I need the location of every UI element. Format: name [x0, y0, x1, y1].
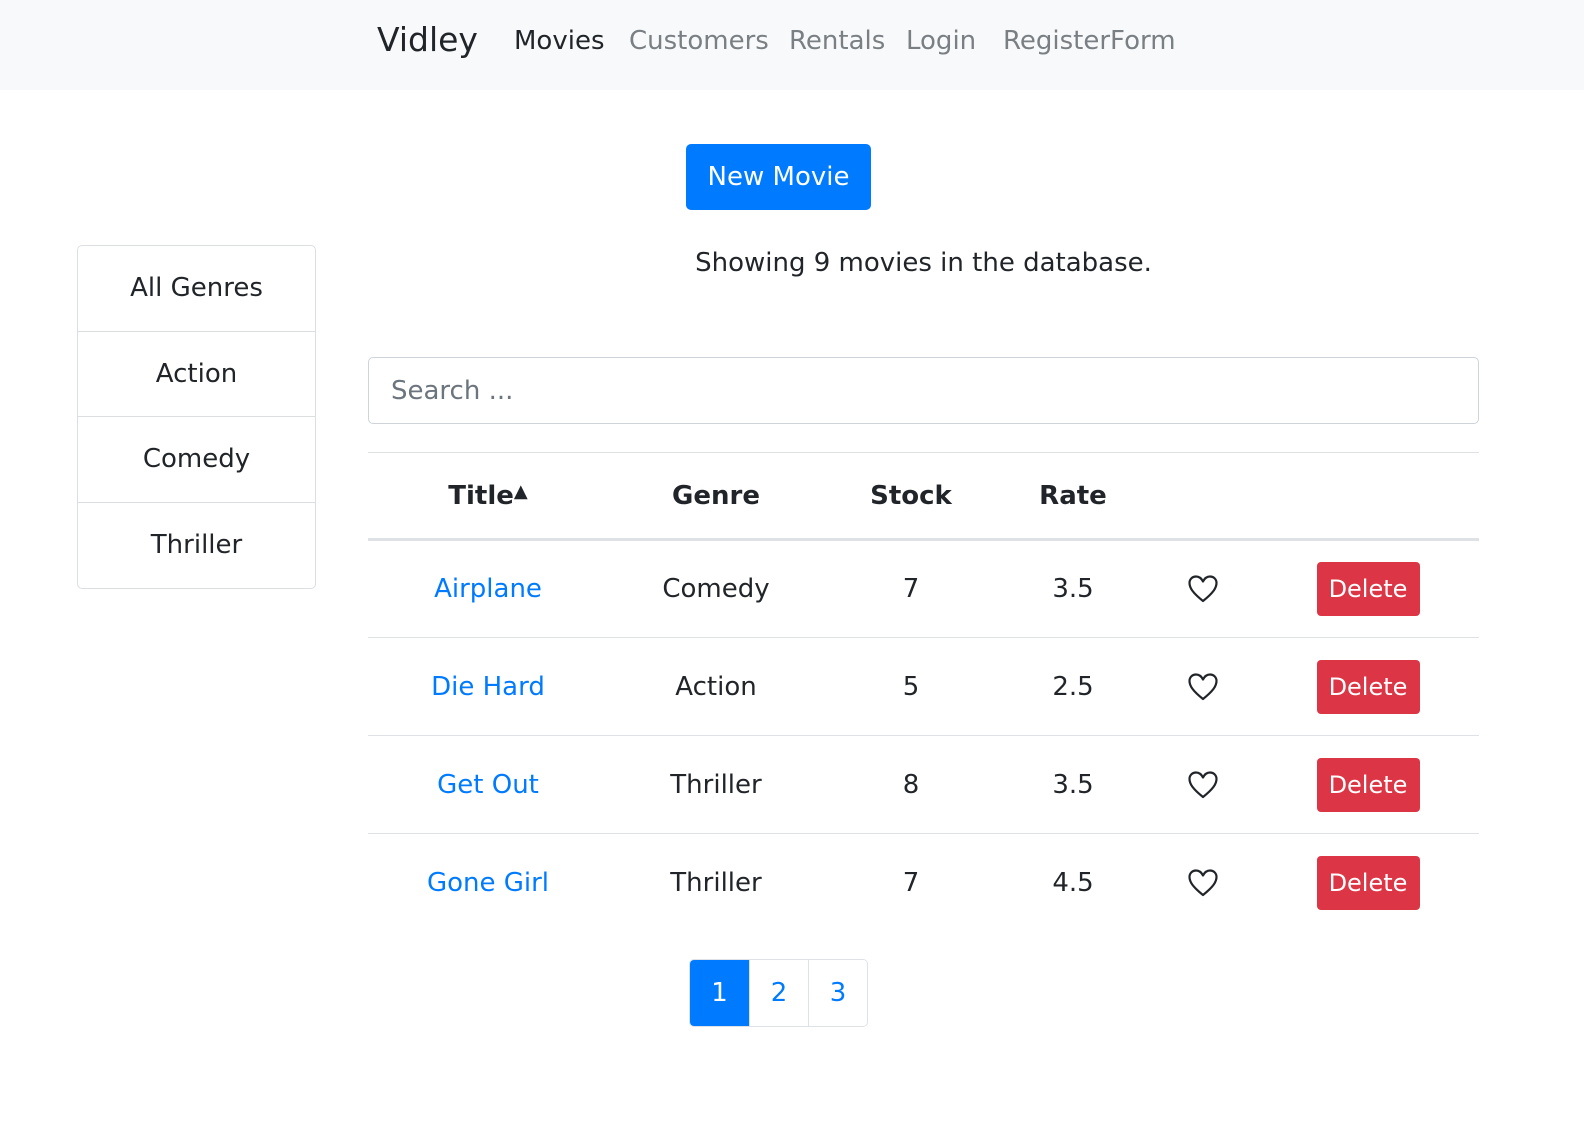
- cell-rate: 3.5: [1052, 574, 1094, 604]
- nav-link-movies[interactable]: Movies: [514, 26, 605, 56]
- column-header-rate[interactable]: Rate: [998, 453, 1148, 540]
- heart-icon[interactable]: [1187, 574, 1219, 604]
- table-header: Title▲ Genre Stock Rate: [368, 452, 1479, 540]
- delete-button[interactable]: Delete: [1316, 855, 1420, 910]
- page-link-2[interactable]: 2: [749, 960, 808, 1026]
- cell-genre: Thriller: [670, 867, 762, 898]
- genre-item-all[interactable]: All Genres: [78, 246, 315, 332]
- cell-like: [1148, 540, 1257, 638]
- delete-button[interactable]: Delete: [1316, 562, 1420, 616]
- cell-genre: Action: [675, 671, 757, 702]
- nav-link-rentals[interactable]: Rentals: [789, 26, 885, 56]
- movie-count-text: Showing 9 movies in the database.: [695, 248, 1152, 278]
- brand-logo[interactable]: Vidley: [377, 20, 478, 59]
- cell-like: [1148, 736, 1257, 834]
- cell-actions: Delete: [1257, 834, 1479, 932]
- cell-rate: 2.5: [1052, 671, 1094, 702]
- genre-item-action[interactable]: Action: [78, 332, 315, 417]
- cell-rate: 3.5: [1052, 769, 1094, 800]
- movies-table: Title▲ Genre Stock Rate Airplane Comedy …: [368, 452, 1479, 932]
- cell-actions: Delete: [1257, 736, 1479, 834]
- delete-button[interactable]: Delete: [1316, 659, 1420, 714]
- cell-like: [1148, 834, 1257, 932]
- genre-item-thriller[interactable]: Thriller: [78, 503, 315, 589]
- cell-title: Gone Girl: [368, 834, 608, 932]
- cell-genre: Comedy: [662, 574, 770, 604]
- cell-title: Die Hard: [368, 638, 608, 736]
- heart-icon[interactable]: [1187, 672, 1219, 702]
- column-header-like: [1148, 453, 1257, 540]
- nav-link-registerform[interactable]: RegisterForm: [1003, 26, 1176, 56]
- new-movie-button[interactable]: New Movie: [686, 144, 871, 210]
- sort-asc-icon: ▲: [513, 480, 528, 502]
- page-link-3[interactable]: 3: [808, 960, 867, 1026]
- table-body: Airplane Comedy 7 3.5 Delete Die Hard Ac…: [368, 540, 1479, 932]
- genre-list: All Genres Action Comedy Thriller: [77, 245, 316, 589]
- cell-rate: 4.5: [1052, 867, 1094, 898]
- delete-button[interactable]: Delete: [1316, 757, 1420, 812]
- table-row: Get Out Thriller 8 3.5 Delete: [368, 736, 1479, 834]
- column-header-stock[interactable]: Stock: [824, 453, 998, 540]
- cell-stock: 8: [902, 769, 920, 800]
- heart-icon[interactable]: [1187, 770, 1219, 800]
- movie-title-link[interactable]: Airplane: [434, 574, 542, 604]
- page-link-1[interactable]: 1: [690, 960, 749, 1026]
- cell-stock: 5: [902, 671, 920, 702]
- movie-title-link[interactable]: Get Out: [437, 770, 539, 800]
- search-input[interactable]: [368, 357, 1479, 424]
- cell-actions: Delete: [1257, 638, 1479, 736]
- navbar: Vidley Movies Customers Rentals Login Re…: [0, 0, 1584, 90]
- column-header-genre[interactable]: Genre: [608, 453, 824, 540]
- cell-stock: 7: [902, 574, 920, 604]
- nav-link-customers[interactable]: Customers: [629, 26, 769, 56]
- table-row: Airplane Comedy 7 3.5 Delete: [368, 540, 1479, 638]
- column-header-actions: [1257, 453, 1479, 540]
- column-header-title[interactable]: Title▲: [368, 453, 608, 540]
- nav-link-login[interactable]: Login: [906, 26, 976, 56]
- pagination: 1 2 3: [689, 959, 868, 1027]
- cell-like: [1148, 638, 1257, 736]
- table-row: Die Hard Action 5 2.5 Delete: [368, 638, 1479, 736]
- genre-item-comedy[interactable]: Comedy: [78, 417, 315, 503]
- movie-title-link[interactable]: Gone Girl: [427, 868, 549, 898]
- heart-icon[interactable]: [1187, 868, 1219, 898]
- table-row: Gone Girl Thriller 7 4.5 Delete: [368, 834, 1479, 932]
- cell-stock: 7: [902, 867, 920, 898]
- cell-title: Get Out: [368, 736, 608, 834]
- movie-title-link[interactable]: Die Hard: [431, 672, 545, 702]
- cell-genre: Thriller: [670, 769, 762, 800]
- cell-title: Airplane: [368, 540, 608, 638]
- column-header-title-label: Title: [448, 480, 514, 511]
- table-header-row: Title▲ Genre Stock Rate: [368, 452, 1479, 540]
- cell-actions: Delete: [1257, 540, 1479, 638]
